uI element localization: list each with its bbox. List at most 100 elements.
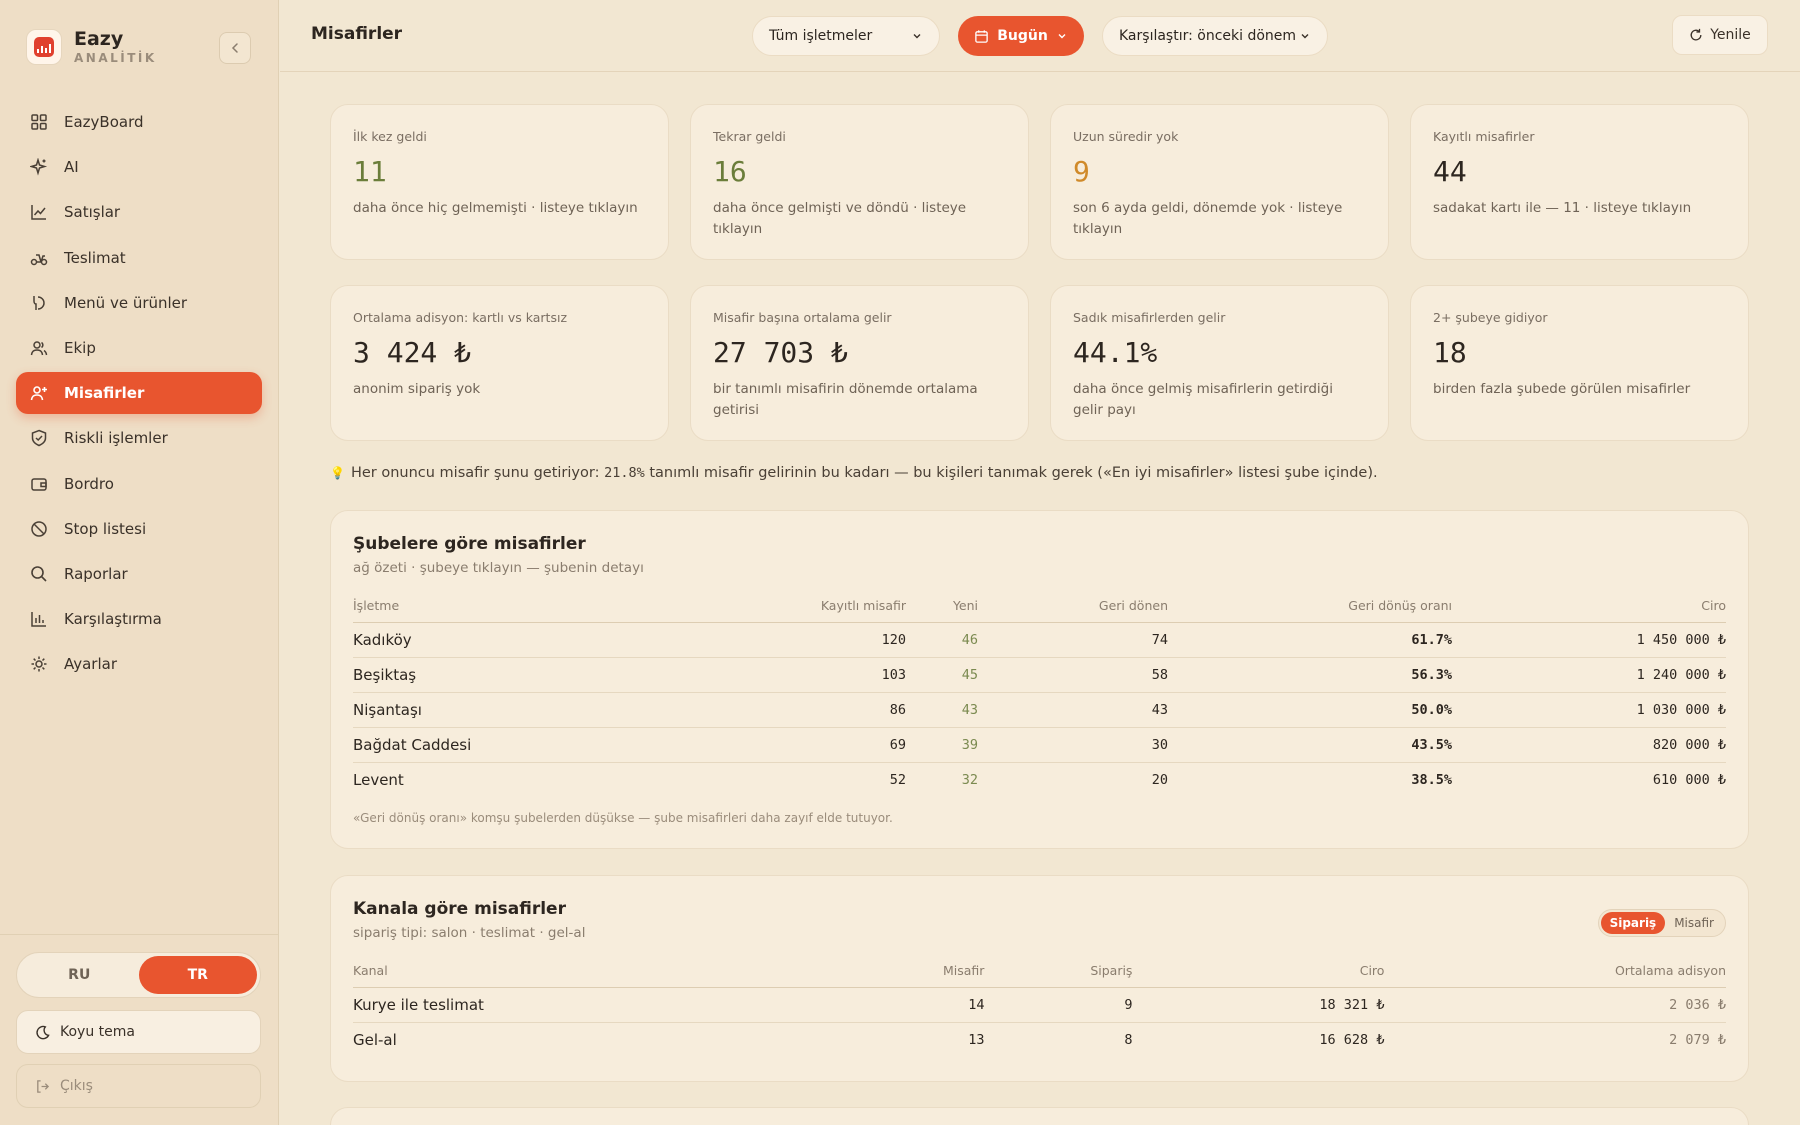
- cell-registered: 120: [773, 622, 906, 658]
- cell-orders: 8: [1124, 1031, 1133, 1048]
- toggle-order-option[interactable]: Sipariş: [1600, 912, 1666, 934]
- section-subtitle: sipariş tipi: salon · teslimat · gel-al: [353, 925, 586, 941]
- sidebar-item-stop-list[interactable]: Stop listesi: [16, 508, 262, 550]
- cell-revenue: 820 000 ₺: [1452, 727, 1726, 763]
- cell-return-rate: 38.5%: [1411, 771, 1452, 788]
- sidebar-item-sales[interactable]: Satışlar: [16, 191, 262, 233]
- column-header: Misafir: [943, 955, 985, 988]
- stat-value: 16: [713, 155, 747, 188]
- sidebar-item-label: Karşılaştırma: [64, 610, 162, 629]
- table-row[interactable]: Kadıköy 120 46 74 61.7% 1 450 000 ₺: [353, 622, 1726, 658]
- cell-return-rate: 50.0%: [1168, 692, 1452, 728]
- brand[interactable]: Eazy ANALİTİK: [26, 28, 157, 66]
- table-row[interactable]: Kurye ile teslimat 14 9 18 321 ₺ 2 036 ₺: [353, 987, 1726, 1023]
- column-header: Yeni: [906, 590, 978, 623]
- stat-card-first-visit[interactable]: İlk kez geldi 11 daha önce hiç gelmemişt…: [330, 104, 669, 260]
- refresh-label: Yenile: [1710, 27, 1751, 43]
- table-row[interactable]: Nişantaşı 86 43 43 50.0% 1 030 000 ₺: [353, 692, 1726, 728]
- stat-description: daha önce gelmişti ve döndü · listeye tı…: [713, 200, 967, 237]
- cell-new: 39: [906, 727, 978, 763]
- cell-returning: 43: [978, 692, 1168, 728]
- stat-description: son 6 ayda geldi, dönemde yok · listeye …: [1073, 200, 1343, 237]
- cell-revenue: 1 240 000 ₺: [1452, 657, 1726, 693]
- column-header: Ortalama adisyon: [1384, 955, 1726, 988]
- sidebar-item-ai[interactable]: AI: [16, 146, 262, 188]
- stat-description: sadakat kartı ile — 11 · listeye tıklayı…: [1433, 200, 1692, 216]
- moon-icon: [36, 1025, 50, 1039]
- grid-icon: [31, 114, 47, 130]
- page-title: Misafirler: [311, 24, 403, 44]
- cell-guests: 13: [968, 1031, 985, 1048]
- stat-card-long-absent[interactable]: Uzun süredir yok 9 son 6 ayda geldi, dön…: [1050, 104, 1389, 260]
- stat-description: anonim sipariş yok: [353, 381, 481, 397]
- sidebar-item-comparison[interactable]: Karşılaştırma: [16, 598, 262, 640]
- stat-label: 2+ şubeye gidiyor: [1433, 310, 1548, 325]
- language-switcher: RU TR: [16, 952, 261, 998]
- sidebar-item-eazyboard[interactable]: EazyBoard: [16, 101, 262, 143]
- chart-line-icon: [31, 205, 46, 221]
- next-section-card: [330, 1107, 1749, 1125]
- refresh-button[interactable]: Yenile: [1672, 15, 1768, 55]
- stat-value: 27 703 ₺: [713, 336, 848, 369]
- collapse-sidebar-button[interactable]: [219, 32, 251, 64]
- cell-orders: 9: [984, 987, 1133, 1023]
- dark-theme-button[interactable]: Koyu tema: [16, 1010, 261, 1054]
- stat-label: Kayıtlı misafirler: [1433, 129, 1535, 144]
- search-icon: [31, 566, 47, 582]
- sparkle-icon: [30, 158, 48, 176]
- sidebar-item-label: EazyBoard: [64, 113, 144, 131]
- chevron-down-icon: [1058, 34, 1066, 39]
- sidebar-item-label: AI: [64, 158, 79, 177]
- logout-label: Çıkış: [60, 1078, 93, 1094]
- stat-card-returned[interactable]: Tekrar geldi 16 daha önce gelmişti ve dö…: [690, 104, 1029, 260]
- cell-returning: 58: [978, 657, 1168, 693]
- stat-value: 11: [353, 155, 387, 188]
- sidebar-item-label: Raporlar: [64, 564, 128, 583]
- chevron-left-icon: [231, 43, 238, 53]
- sidebar-item-risky-operations[interactable]: Riskli işlemler: [16, 417, 262, 459]
- sidebar-item-label: Stop listesi: [64, 519, 147, 538]
- ban-icon: [31, 520, 47, 537]
- table-row[interactable]: Beşiktaş 103 45 58 56.3% 1 240 000 ₺: [353, 657, 1726, 693]
- branches-card: Şubelere göre misafirler ağ özeti · şube…: [330, 510, 1749, 849]
- toggle-guest-option[interactable]: Misafir: [1665, 912, 1723, 934]
- cell-revenue: 610 000 ₺: [1652, 771, 1726, 788]
- table-header-row: Kanal Misafir Sipariş Ciro Ortalama adis…: [353, 955, 1726, 988]
- lang-ru-button[interactable]: RU: [20, 956, 139, 994]
- dish-icon: [33, 295, 45, 310]
- table-row[interactable]: Gel-al 13 8 16 628 ₺ 2 079 ₺: [353, 1022, 1726, 1057]
- column-header: Kanal: [353, 955, 943, 988]
- table-row[interactable]: Levent 52 32 20 38.5% 610 000 ₺: [353, 762, 1726, 797]
- user-plus-icon: [30, 386, 47, 401]
- branches-table: İşletme Kayıtlı misafir Yeni Geri dönen …: [353, 590, 1726, 797]
- stat-label: Misafir başına ortalama gelir: [713, 310, 892, 325]
- cell-avg-check: 2 036 ₺: [1384, 987, 1726, 1023]
- table-header-row: İşletme Kayıtlı misafir Yeni Geri dönen …: [353, 590, 1726, 623]
- sidebar-item-menu[interactable]: Menü ve ürünler: [16, 282, 262, 324]
- cell-return-rate: 61.7%: [1168, 622, 1452, 658]
- venue-select[interactable]: Tüm işletmeler: [752, 16, 940, 56]
- compare-select[interactable]: Karşılaştır: önceki dönem: [1102, 16, 1328, 56]
- column-header: İşletme: [353, 590, 773, 623]
- sidebar-item-reports[interactable]: Raporlar: [16, 553, 262, 595]
- period-select[interactable]: Bugün: [958, 16, 1084, 56]
- sidebar-item-settings[interactable]: Ayarlar: [16, 643, 262, 685]
- cell-revenue: 18 321 ₺: [1132, 987, 1385, 1023]
- cell-revenue: 16 628 ₺: [1319, 1031, 1385, 1048]
- stat-card-registered[interactable]: Kayıtlı misafirler 44 sadakat kartı ile …: [1410, 104, 1749, 260]
- sidebar-item-label: Ayarlar: [64, 655, 118, 674]
- sidebar-item-delivery[interactable]: Teslimat: [16, 237, 262, 279]
- sidebar-item-payroll[interactable]: Bordro: [16, 463, 262, 505]
- stat-card-multi-branch: 2+ şubeye gidiyor 18 birden fazla şubede…: [1410, 285, 1749, 441]
- table-row[interactable]: Bağdat Caddesi 69 39 30 43.5% 820 000 ₺: [353, 727, 1726, 763]
- branch-name: Beşiktaş: [353, 657, 773, 693]
- sidebar-item-team[interactable]: Ekip: [16, 327, 262, 369]
- lang-tr-button[interactable]: TR: [138, 956, 257, 994]
- wallet-icon: [31, 477, 47, 491]
- logout-button[interactable]: Çıkış: [16, 1064, 261, 1108]
- branch-name: Nişantaşı: [353, 692, 773, 728]
- column-header: Ciro: [1132, 955, 1385, 988]
- sidebar: Eazy ANALİTİK EazyBoard AI Satışlar Tesl…: [0, 0, 279, 1125]
- sidebar-item-label: Menü ve ürünler: [64, 293, 188, 312]
- sidebar-item-guests[interactable]: Misafirler: [16, 372, 262, 415]
